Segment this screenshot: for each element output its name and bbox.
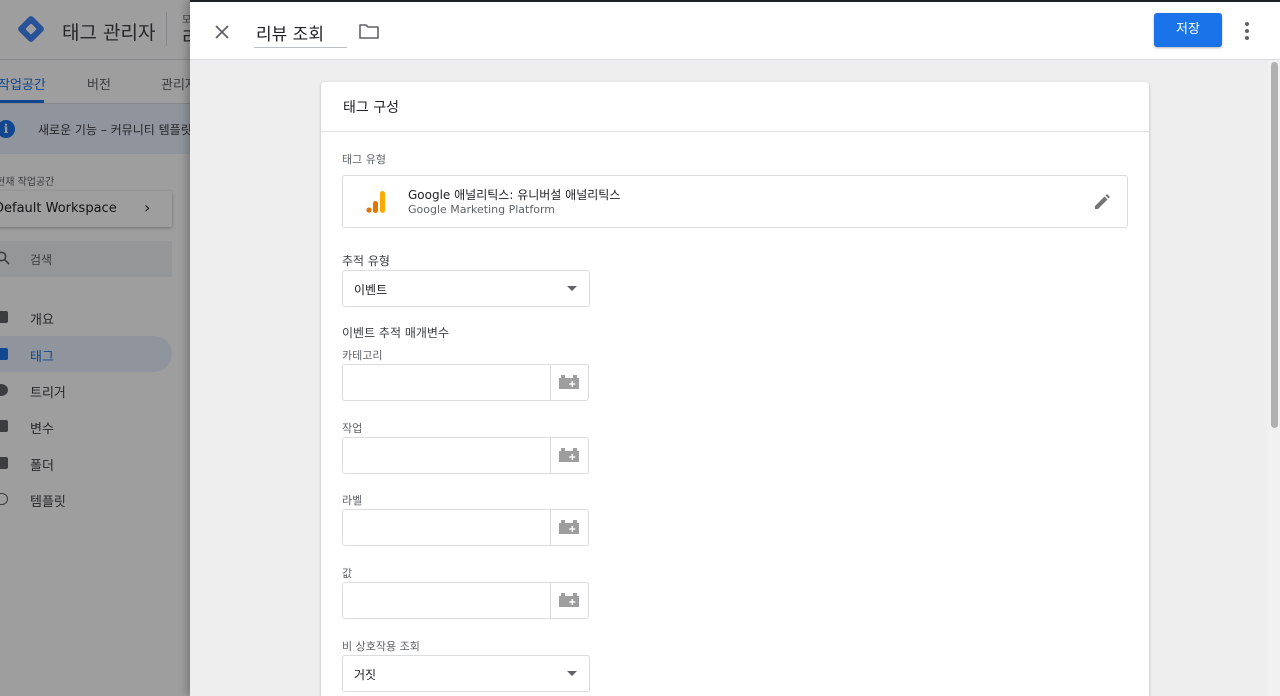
insert-variable-button[interactable] xyxy=(550,510,588,545)
dropdown-arrow-icon xyxy=(567,671,577,676)
action-input[interactable] xyxy=(343,438,551,473)
tag-name-input[interactable]: 리뷰 조회 xyxy=(254,16,347,48)
insert-variable-button[interactable] xyxy=(550,365,588,400)
edit-pencil-icon[interactable] xyxy=(1093,193,1111,211)
non-interaction-select[interactable]: 거짓 xyxy=(342,655,590,692)
category-label: 카테고리 xyxy=(342,349,383,362)
tag-type-label: 태그 유형 xyxy=(342,153,386,166)
sheet-header: 리뷰 조회 저장 xyxy=(190,2,1280,60)
tag-editor-sheet: 리뷰 조회 저장 태그 구성 태그 유형 Google 애널리틱스: 유니버설 … xyxy=(190,0,1280,696)
tag-type-vendor: Google Marketing Platform xyxy=(408,203,555,216)
save-button[interactable]: 저장 xyxy=(1154,13,1222,47)
tag-configuration-card: 태그 구성 태그 유형 Google 애널리틱스: 유니버설 애널리틱스 Goo… xyxy=(321,82,1149,696)
track-type-select[interactable]: 이벤트 xyxy=(342,270,590,307)
non-interaction-value: 거짓 xyxy=(354,668,377,682)
variable-brick-icon xyxy=(559,593,579,607)
value-field xyxy=(342,582,589,619)
variable-brick-icon xyxy=(559,448,579,462)
track-type-label: 추적 유형 xyxy=(342,254,390,268)
label-label: 라벨 xyxy=(342,494,363,507)
google-analytics-icon xyxy=(366,191,385,213)
insert-variable-button[interactable] xyxy=(550,583,588,618)
category-input[interactable] xyxy=(343,365,551,400)
action-field xyxy=(342,437,589,474)
insert-variable-button[interactable] xyxy=(550,438,588,473)
scrollbar-thumb[interactable] xyxy=(1271,62,1278,428)
category-field xyxy=(342,364,589,401)
folder-icon[interactable] xyxy=(358,21,380,41)
close-icon[interactable] xyxy=(210,20,234,44)
card-divider xyxy=(321,131,1149,132)
card-title: 태그 구성 xyxy=(343,100,399,116)
action-label: 작업 xyxy=(342,422,363,435)
value-label: 값 xyxy=(342,567,353,580)
variable-brick-icon xyxy=(559,375,579,389)
more-vert-icon[interactable] xyxy=(1237,19,1257,43)
variable-brick-icon xyxy=(559,520,579,534)
tag-type-selector[interactable]: Google 애널리틱스: 유니버설 애널리틱스 Google Marketin… xyxy=(342,175,1128,228)
tag-type-name: Google 애널리틱스: 유니버설 애널리틱스 xyxy=(408,188,621,202)
value-input[interactable] xyxy=(343,583,551,618)
track-type-value: 이벤트 xyxy=(354,283,388,297)
label-field xyxy=(342,509,589,546)
non-interaction-label: 비 상호작용 조회 xyxy=(342,640,420,653)
label-input[interactable] xyxy=(343,510,551,545)
dropdown-arrow-icon xyxy=(567,286,577,291)
event-params-label: 이벤트 추적 매개변수 xyxy=(342,326,449,340)
